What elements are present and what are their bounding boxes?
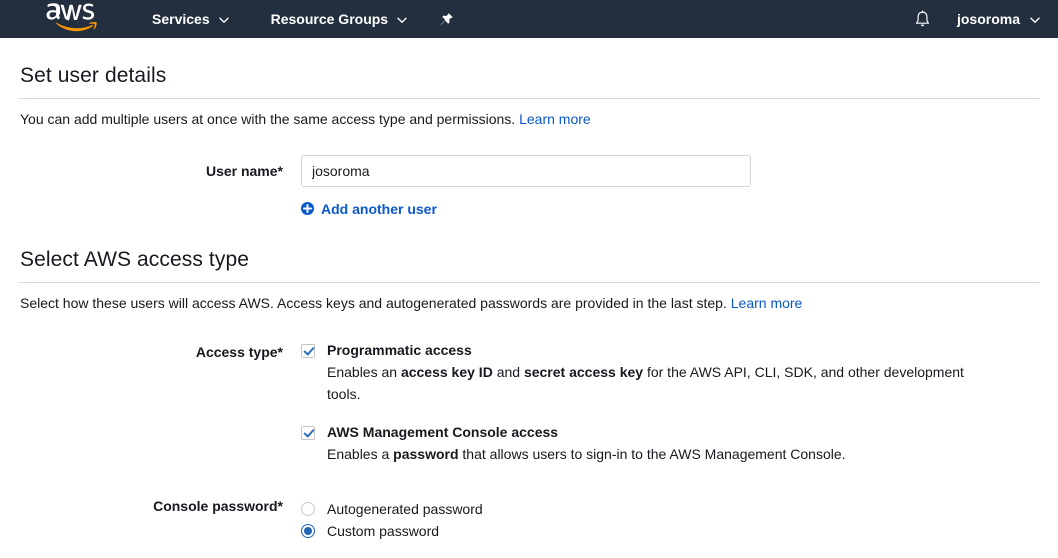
access-type-description: Select how these users will access AWS. … [18,283,1040,313]
radio-row-autogenerated-password[interactable]: Autogenerated password [301,499,1040,520]
checkbox-row-console-access[interactable]: AWS Management Console access Enables a … [301,424,1040,466]
radio-custom-password-label: Custom password [327,523,439,539]
nav-item-services-label: Services [152,11,210,27]
console-password-options: Autogenerated password Custom password [301,497,1040,542]
user-menu-label: josoroma [957,11,1020,27]
username-row: User name* Add another user [18,155,1040,219]
access-type-label: Access type* [18,342,301,360]
chevron-down-icon [397,11,407,27]
access-type-row: Access type* Programmatic access Enables… [18,342,1040,465]
console-desc-part2: that allows users to sign-in to the AWS … [459,446,846,462]
nav-item-resource-groups[interactable]: Resource Groups [261,0,417,38]
top-navigation-bar: Services Resource Groups [0,0,1058,38]
nav-item-resource-groups-label: Resource Groups [271,11,388,27]
programmatic-desc-part1: Enables an [327,364,401,380]
nav-item-services[interactable]: Services [142,0,239,38]
username-input[interactable] [301,155,751,187]
page-title: Set user details [18,38,1040,98]
user-details-learn-more-link[interactable]: Learn more [519,111,591,127]
add-another-user-label: Add another user [321,201,437,217]
programmatic-desc-part2: and [493,364,524,380]
nav-right-group: josoroma [903,0,1044,38]
console-access-title: AWS Management Console access [327,424,1040,440]
plus-circle-icon [301,202,314,215]
add-another-user-link[interactable]: Add another user [301,201,437,217]
checkbox-row-programmatic-access[interactable]: Programmatic access Enables an access ke… [301,342,1040,405]
console-desc-bold1: password [393,446,458,462]
main-content: Set user details You can add multiple us… [0,38,1058,542]
aws-logo[interactable] [44,2,98,36]
pushpin-icon [439,12,454,27]
programmatic-access-body: Programmatic access Enables an access ke… [327,342,1040,405]
access-type-learn-more-link[interactable]: Learn more [731,295,803,311]
username-label: User name* [18,155,301,179]
console-desc-part1: Enables a [327,446,393,462]
chevron-down-icon [219,11,229,27]
access-type-options: Programmatic access Enables an access ke… [301,342,1040,465]
bell-icon [914,10,931,29]
pin-button[interactable] [429,0,463,38]
checkbox-console-access[interactable] [301,426,315,440]
access-type-title: Select AWS access type [18,218,1040,282]
radio-row-custom-password[interactable]: Custom password [301,521,1040,542]
user-details-description: You can add multiple users at once with … [18,99,1040,129]
radio-autogenerated-password[interactable] [301,502,315,516]
radio-autogenerated-password-label: Autogenerated password [327,501,483,517]
programmatic-access-title: Programmatic access [327,342,1040,358]
access-type-description-text: Select how these users will access AWS. … [20,295,727,311]
programmatic-access-description: Enables an access key ID and secret acce… [327,362,975,405]
radio-custom-password[interactable] [301,524,315,538]
chevron-down-icon [1030,11,1040,27]
programmatic-desc-bold2: secret access key [524,364,643,380]
user-details-description-text: You can add multiple users at once with … [20,111,515,127]
console-password-label: Console password* [18,497,301,514]
username-field-group: Add another user [301,155,1040,219]
user-menu[interactable]: josoroma [943,0,1044,38]
console-password-row: Console password* Autogenerated password… [18,497,1040,542]
console-access-description: Enables a password that allows users to … [327,444,975,466]
nav-left-group: Services Resource Groups [0,0,463,38]
notifications-button[interactable] [903,0,943,38]
checkbox-programmatic-access[interactable] [301,344,315,358]
programmatic-desc-bold1: access key ID [401,364,493,380]
console-access-body: AWS Management Console access Enables a … [327,424,1040,466]
